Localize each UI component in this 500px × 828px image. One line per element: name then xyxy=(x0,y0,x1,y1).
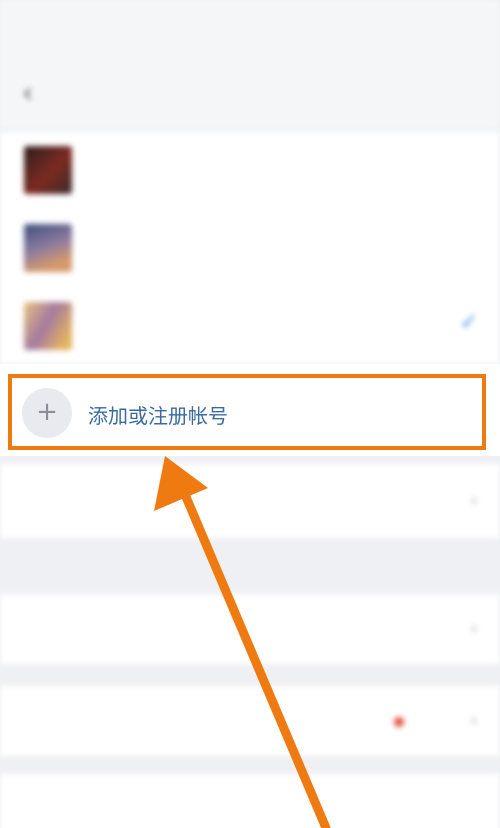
chevron-left-icon[interactable]: ‹ xyxy=(22,76,33,109)
avatar xyxy=(24,224,72,272)
checkmark-icon: ✓ xyxy=(459,310,478,335)
avatar xyxy=(24,146,72,194)
menu-row-1[interactable]: › xyxy=(0,464,500,538)
chevron-right-icon: › xyxy=(470,616,478,640)
chevron-right-icon: › xyxy=(470,488,478,512)
notification-dot xyxy=(394,717,404,727)
account-row[interactable]: ✓ xyxy=(0,288,500,366)
status-bar xyxy=(0,0,500,62)
plus-icon: + xyxy=(22,388,72,438)
account-list: ✓ xyxy=(0,132,500,364)
add-account-label: 添加或注册帐号 xyxy=(88,404,228,428)
avatar xyxy=(24,302,72,350)
account-row[interactable] xyxy=(0,210,500,288)
account-row[interactable] xyxy=(0,132,500,210)
menu-row-4[interactable] xyxy=(0,774,500,828)
nav-bar: ‹ xyxy=(0,62,500,128)
add-account-row[interactable]: + 添加或注册帐号 xyxy=(0,364,500,456)
chevron-right-icon: › xyxy=(470,708,478,732)
menu-row-3[interactable]: › xyxy=(0,686,500,756)
menu-row-2[interactable]: › xyxy=(0,594,500,664)
